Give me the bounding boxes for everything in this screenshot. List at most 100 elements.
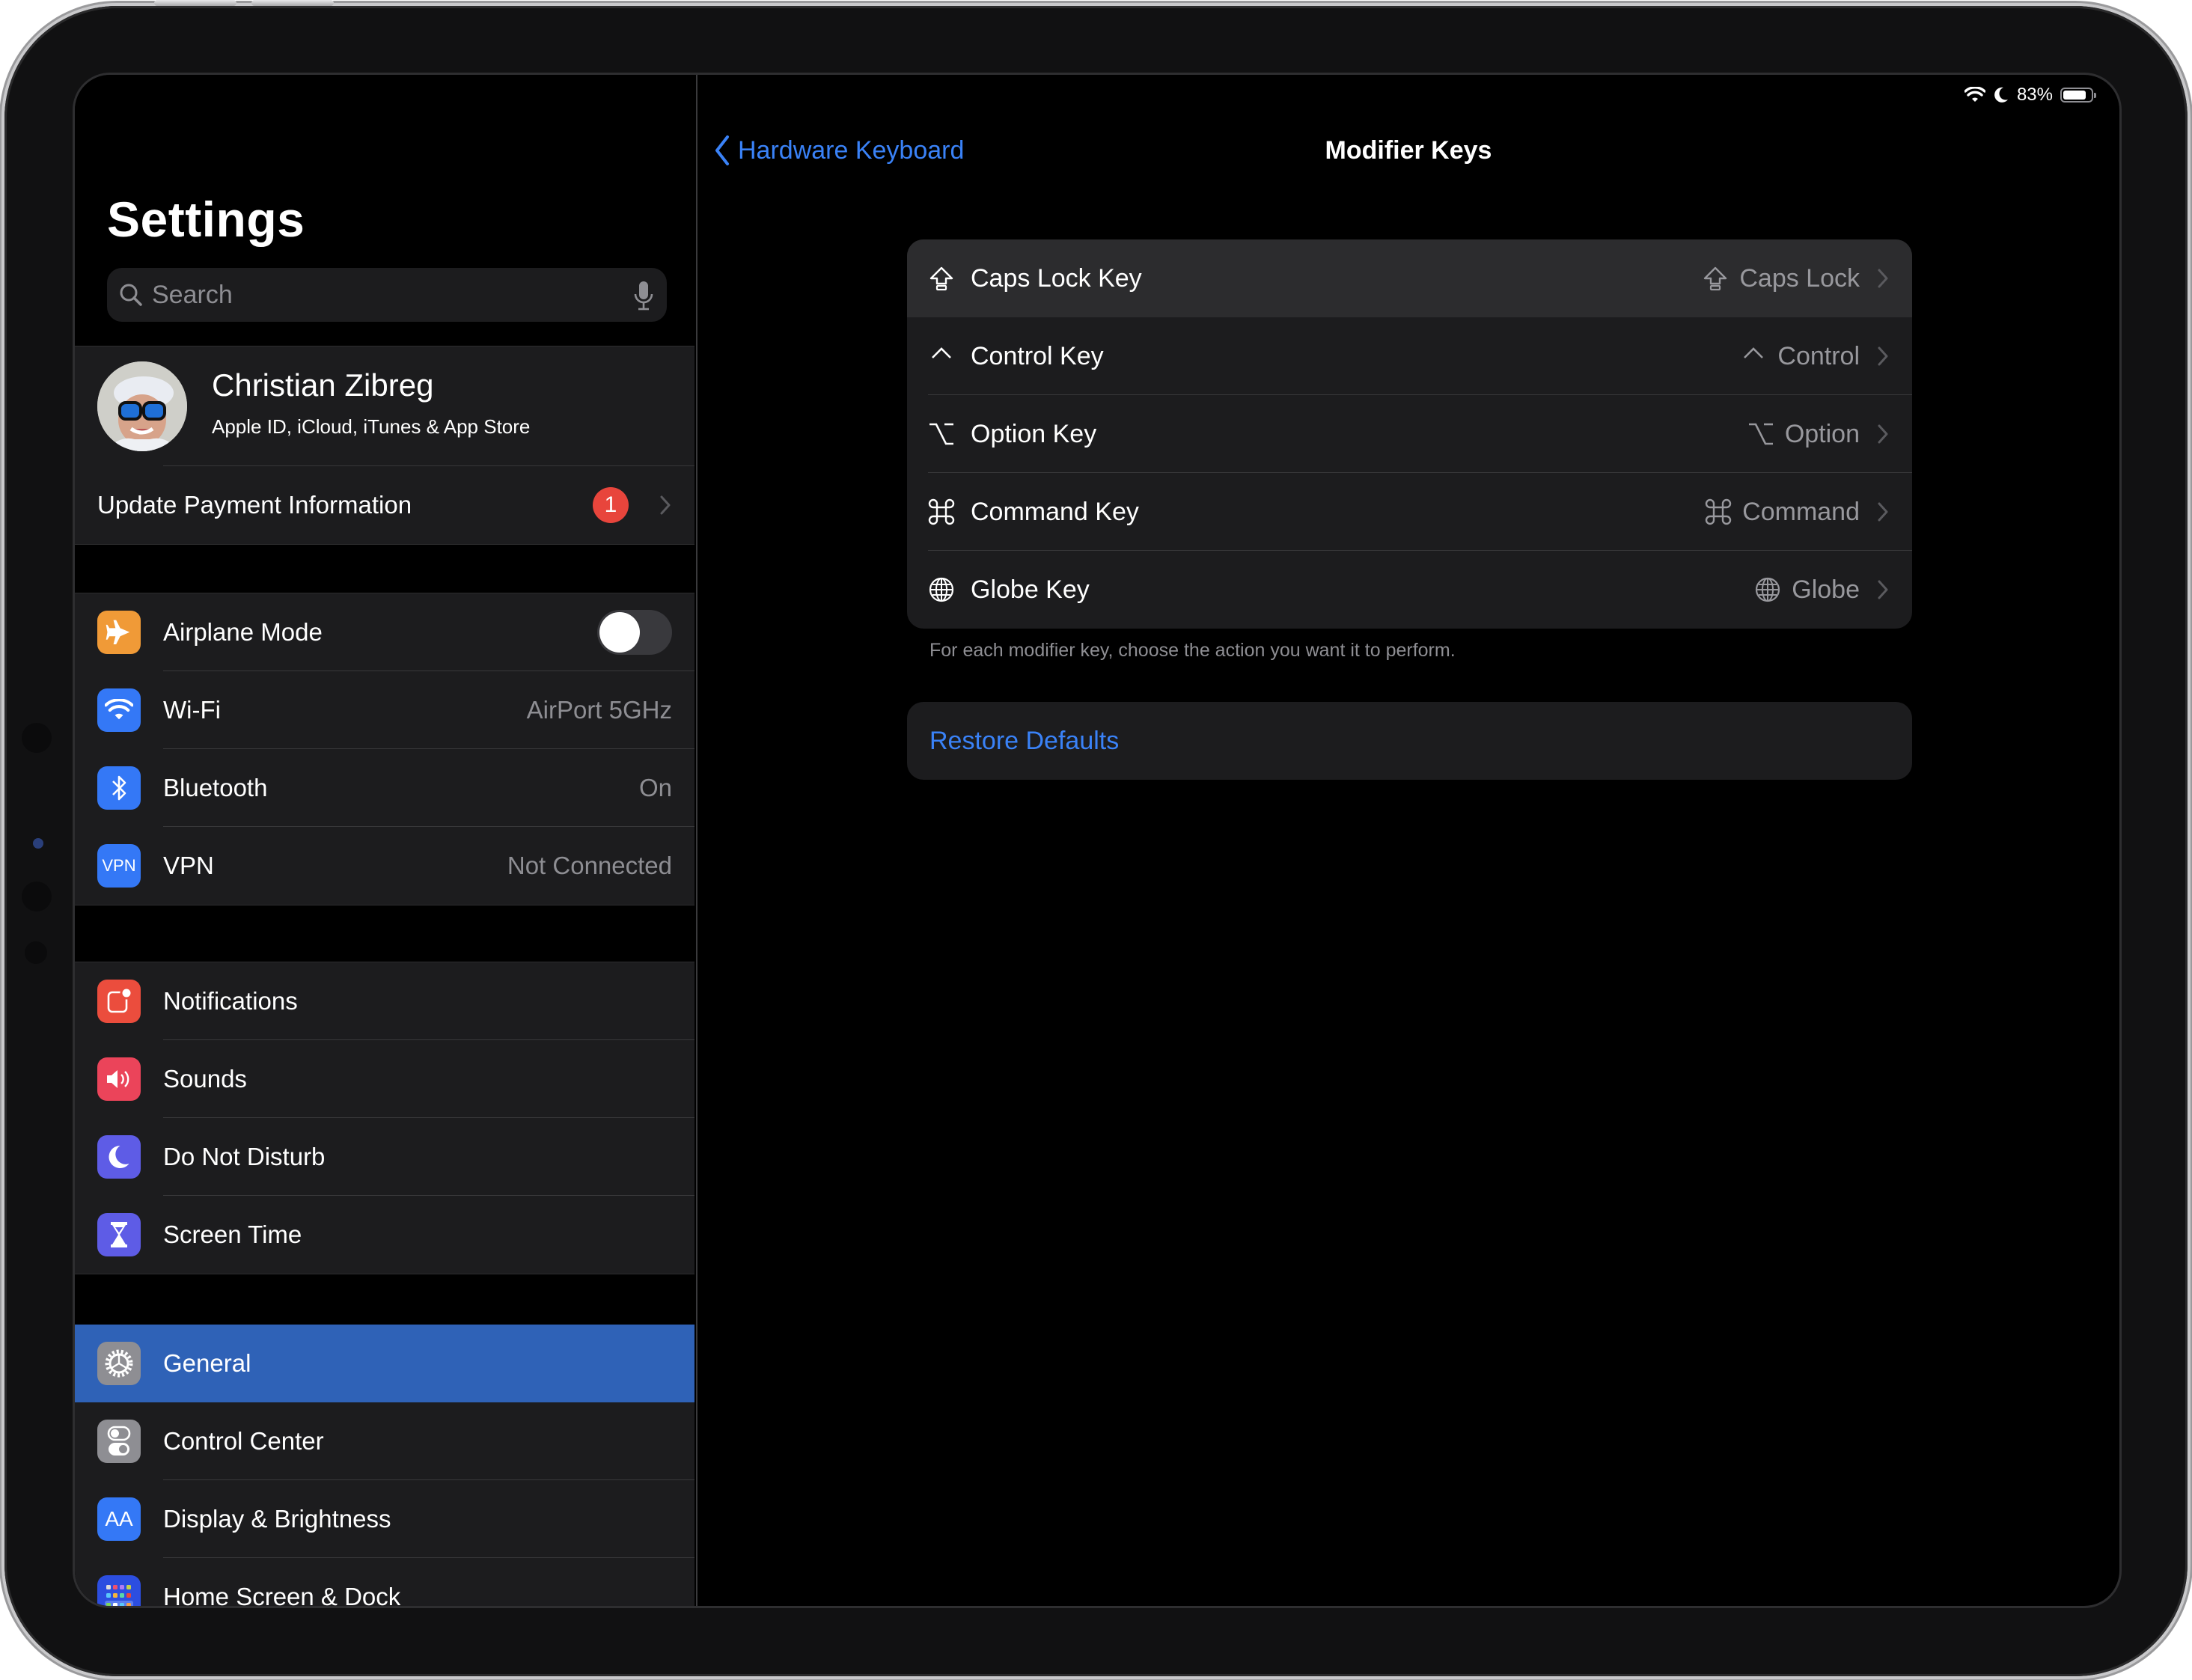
hourglass-icon xyxy=(97,1213,141,1256)
sidebar-item-vpn[interactable]: VPN VPN Not Connected xyxy=(75,827,694,905)
sidebar-item-display-brightness[interactable]: AA Display & Brightness xyxy=(75,1480,694,1558)
face-id-sensor xyxy=(22,882,52,911)
command-icon xyxy=(1705,498,1732,525)
sidebar-item-wifi[interactable]: Wi-Fi AirPort 5GHz xyxy=(75,671,694,749)
search-icon xyxy=(120,284,142,306)
modifier-key-label: Caps Lock Key xyxy=(971,263,1142,293)
option-icon xyxy=(929,423,953,445)
apple-id-profile[interactable]: Christian Zibreg Apple ID, iCloud, iTune… xyxy=(75,346,694,466)
sidebar-item-label: Screen Time xyxy=(163,1221,302,1248)
modifier-key-label: Command Key xyxy=(971,497,1139,526)
modifier-key-value: Command xyxy=(1705,498,1860,527)
notifications-group: Notifications Sounds Do Not Disturb Scre… xyxy=(75,962,694,1274)
sidebar-item-label: Airplane Mode xyxy=(163,618,323,646)
sidebar-item-label: Notifications xyxy=(163,987,298,1015)
sidebar-item-control-center[interactable]: Control Center xyxy=(75,1402,694,1480)
sidebar-item-label: Do Not Disturb xyxy=(163,1143,326,1170)
display-brightness-icon: AA xyxy=(97,1497,141,1541)
chevron-right-icon xyxy=(1878,424,1888,444)
caps-lock-icon xyxy=(929,266,953,291)
page-title: Modifier Keys xyxy=(1325,136,1492,165)
top-button-2 xyxy=(251,0,334,6)
sidebar-item-label: Display & Brightness xyxy=(163,1505,391,1533)
wifi-value: AirPort 5GHz xyxy=(526,696,672,724)
chevron-right-icon xyxy=(1878,580,1888,599)
chevron-right-icon xyxy=(1878,346,1888,366)
modifier-keys-list: Caps Lock Key Caps Lock Control Key Cont… xyxy=(907,239,1912,629)
modifier-key-value: Caps Lock xyxy=(1702,264,1860,293)
update-payment-label: Update Payment Information xyxy=(97,491,412,519)
screen: 8:30 PM Thu Mar 5 83% Settings Search xyxy=(73,73,2122,1608)
globe-icon xyxy=(929,577,954,602)
modifier-row-control[interactable]: Control Key Control xyxy=(907,317,1912,395)
sidebar-item-screen-time[interactable]: Screen Time xyxy=(75,1196,694,1274)
wifi-icon xyxy=(97,688,141,732)
chevron-right-icon xyxy=(660,495,671,515)
modifier-key-label: Globe Key xyxy=(971,575,1090,604)
search-placeholder: Search xyxy=(152,280,233,309)
control-icon xyxy=(932,347,951,358)
modifier-key-label: Option Key xyxy=(971,419,1097,448)
modifier-row-command[interactable]: Command Key Command xyxy=(907,473,1912,551)
sidebar-item-home-screen-dock[interactable]: Home Screen & Dock xyxy=(75,1558,694,1608)
sidebar-item-label: Control Center xyxy=(163,1427,324,1455)
bluetooth-value: On xyxy=(638,774,672,801)
general-group: General Control Center AA Display & Brig… xyxy=(75,1325,694,1608)
avatar xyxy=(97,361,187,451)
settings-sidebar: Settings Search Christian Zibreg Apple I… xyxy=(75,75,697,1606)
sidebar-item-general[interactable]: General xyxy=(75,1325,694,1402)
option-icon xyxy=(1748,423,1773,445)
sidebar-item-sounds[interactable]: Sounds xyxy=(75,1040,694,1118)
sidebar-item-label: General xyxy=(163,1349,251,1377)
profile-subtitle: Apple ID, iCloud, iTunes & App Store xyxy=(212,415,531,438)
modifier-key-value: Option xyxy=(1747,420,1860,449)
modifier-key-value: Globe xyxy=(1754,575,1860,605)
front-camera xyxy=(33,838,43,849)
sidebar-item-bluetooth[interactable]: Bluetooth On xyxy=(75,749,694,827)
notifications-icon xyxy=(97,980,141,1023)
command-icon xyxy=(928,498,955,525)
profile-group: Christian Zibreg Apple ID, iCloud, iTune… xyxy=(75,346,694,545)
footnote: For each modifier key, choose the action… xyxy=(929,640,1456,661)
sidebar-item-label: Home Screen & Dock xyxy=(163,1583,401,1608)
connectivity-group: Airplane Mode Wi-Fi AirPort 5GHz Bluetoo… xyxy=(75,593,694,905)
airplane-mode-toggle[interactable] xyxy=(597,610,672,655)
vpn-value: Not Connected xyxy=(507,852,672,879)
sidebar-item-label: Wi-Fi xyxy=(163,696,221,724)
notification-badge: 1 xyxy=(593,487,629,523)
restore-defaults-button[interactable]: Restore Defaults xyxy=(907,702,1912,780)
moon-icon xyxy=(97,1135,141,1179)
control-center-icon xyxy=(97,1420,141,1463)
mic-icon[interactable] xyxy=(632,280,655,311)
sidebar-item-label: Sounds xyxy=(163,1065,247,1093)
home-screen-icon xyxy=(97,1575,141,1606)
modifier-row-caps-lock[interactable]: Caps Lock Key Caps Lock xyxy=(907,239,1912,317)
front-camera-sensor xyxy=(22,723,52,753)
proximity-sensor xyxy=(25,941,47,964)
bluetooth-icon xyxy=(97,766,141,810)
modifier-row-option[interactable]: Option Key Option xyxy=(907,395,1912,473)
detail-pane: Hardware Keyboard Modifier Keys Caps Loc… xyxy=(697,75,2119,1606)
sidebar-item-airplane-mode[interactable]: Airplane Mode xyxy=(75,593,694,671)
modifier-key-label: Control Key xyxy=(971,341,1104,370)
sidebar-item-do-not-disturb[interactable]: Do Not Disturb xyxy=(75,1118,694,1196)
sidebar-title: Settings xyxy=(107,192,305,247)
search-input[interactable]: Search xyxy=(107,268,667,322)
gear-icon xyxy=(97,1342,141,1385)
sidebar-item-label: VPN xyxy=(163,852,214,879)
update-payment-row[interactable]: Update Payment Information 1 xyxy=(75,466,694,544)
restore-defaults-label: Restore Defaults xyxy=(929,726,1120,755)
caps-lock-icon xyxy=(1704,266,1727,291)
sidebar-item-notifications[interactable]: Notifications xyxy=(75,962,694,1040)
profile-name: Christian Zibreg xyxy=(212,367,434,403)
sidebar-item-label: Bluetooth xyxy=(163,774,268,801)
chevron-right-icon xyxy=(1878,502,1888,522)
airplane-icon xyxy=(97,611,141,654)
globe-icon xyxy=(1756,577,1780,602)
modifier-row-globe[interactable]: Globe Key Globe xyxy=(907,551,1912,629)
vpn-icon: VPN xyxy=(97,844,141,888)
top-button-1 xyxy=(154,0,236,6)
chevron-right-icon xyxy=(1878,269,1888,288)
sounds-icon xyxy=(97,1057,141,1101)
control-icon xyxy=(1744,347,1764,358)
